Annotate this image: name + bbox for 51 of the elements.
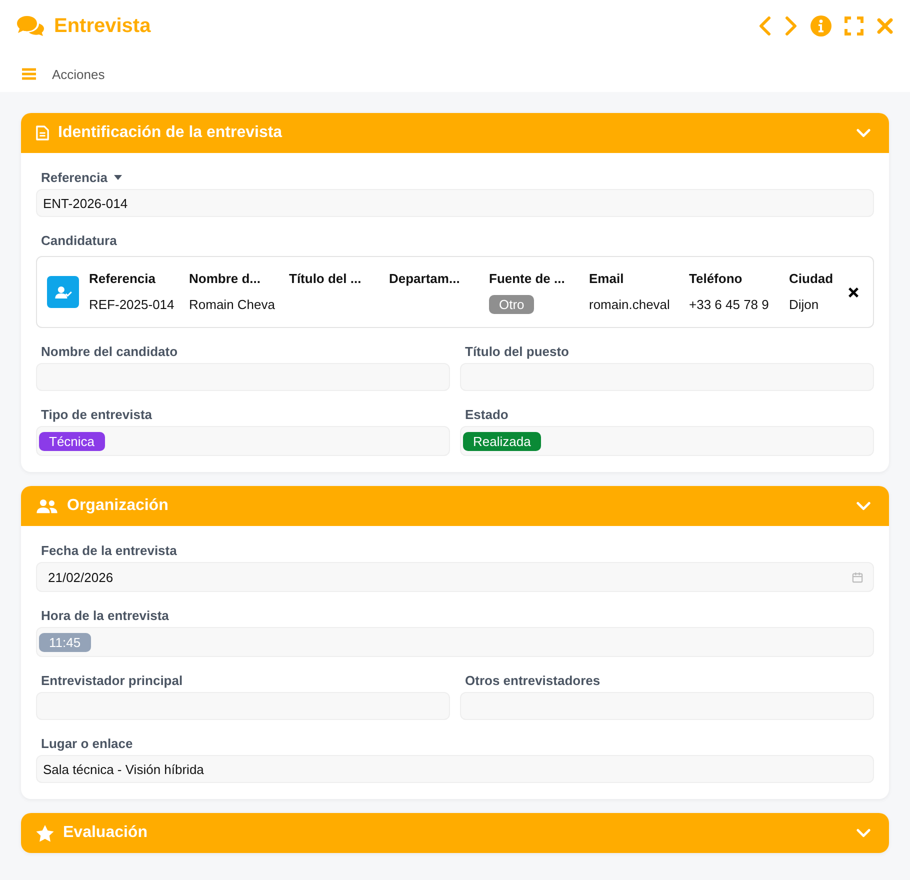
table-cell: +33 6 45 78 9 (689, 297, 769, 312)
column-header: Email (589, 270, 625, 286)
date-field[interactable]: 21/02/2026 (36, 562, 874, 592)
tag: Técnica (39, 432, 105, 450)
info-icon[interactable] (810, 15, 832, 37)
field-label: Tipo de entrevista (41, 406, 152, 422)
column-header: Teléfono (689, 270, 744, 286)
field-label: Fecha de la entrevista (41, 542, 177, 558)
document-icon (36, 125, 49, 141)
window-title: Entrevista (54, 14, 151, 38)
caret-down-icon[interactable] (114, 174, 122, 180)
chevron-down-icon[interactable] (856, 501, 871, 511)
previous-icon[interactable] (758, 16, 772, 36)
field-label: Otros entrevistadores (465, 672, 600, 688)
chevron-down-icon[interactable] (856, 828, 871, 838)
star-icon (36, 824, 54, 842)
table-cell: Dijon (789, 297, 819, 312)
users-icon (36, 498, 58, 514)
actions-menu[interactable]: Acciones (52, 66, 105, 82)
column-header: Referencia (89, 270, 156, 286)
user-check-icon (47, 276, 79, 308)
field-label: Referencia (41, 170, 108, 184)
tag-field[interactable]: Técnica (36, 426, 450, 456)
column-header: Título del ... (289, 270, 362, 286)
field-label: Nombre del candidato (41, 344, 178, 358)
table-cell: romain.cheval (589, 297, 670, 312)
column-header: Departam... (389, 270, 461, 286)
column-header: Fuente de ... (489, 270, 566, 286)
field-label: Entrevistador principal (41, 672, 183, 688)
fullscreen-icon[interactable] (844, 16, 864, 36)
column-header: Ciudad (789, 270, 834, 286)
calendar-icon[interactable] (852, 572, 863, 582)
field-label: Hora de la entrevista (41, 608, 169, 622)
close-icon[interactable] (848, 286, 859, 298)
chat-bubbles-icon (16, 15, 44, 37)
tag: Otro (489, 295, 534, 314)
text-field[interactable]: ENT-2026-014 (36, 189, 874, 217)
column-header: Nombre d... (189, 270, 262, 286)
text-field[interactable]: Sala técnica - Visión híbrida (36, 755, 874, 783)
chevron-down-icon[interactable] (856, 128, 871, 138)
table-cell: REF-2025-014 (89, 297, 174, 312)
tag: Realizada (463, 432, 541, 450)
field-label: Candidatura (41, 232, 117, 248)
tag-field[interactable]: Realizada (460, 426, 874, 456)
field-label: Título del puesto (465, 344, 569, 358)
menu-icon[interactable] (22, 68, 36, 80)
field-label: Estado (465, 406, 508, 422)
table-cell: Romain Cheva (189, 297, 275, 312)
field-label: Lugar o enlace (41, 736, 133, 750)
next-icon[interactable] (784, 16, 798, 36)
tag: 11:45 (39, 632, 91, 652)
